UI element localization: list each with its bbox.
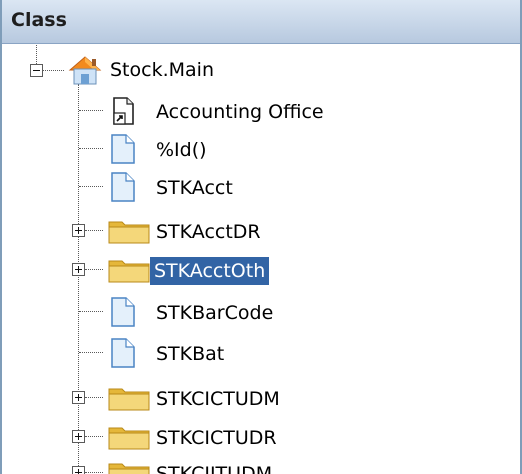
folder-icon: [108, 260, 150, 283]
folder-icon: [108, 427, 150, 450]
folder-icon: [108, 221, 150, 244]
expand-toggle-icon[interactable]: [72, 224, 85, 237]
tree-node-label: Stock.Main: [110, 59, 214, 81]
tree-node-stkacctoth[interactable]: STKAcctOth: [0, 251, 340, 287]
tree-node-stkacct[interactable]: STKAcct: [0, 168, 300, 204]
tree-node-label: STKAcct: [156, 177, 233, 199]
tree-node-accounting-office[interactable]: Accounting Office: [0, 92, 420, 128]
class-tree-panel: Class Stock.Main Accounting Office %Id()…: [0, 0, 522, 474]
shortcut-file-icon: [113, 97, 134, 125]
panel-title: Class: [11, 9, 67, 31]
document-icon: [111, 134, 135, 164]
document-icon: [111, 297, 135, 327]
home-icon: [68, 56, 102, 85]
tree-node-stkbarcode[interactable]: STKBarCode: [0, 293, 340, 329]
expand-toggle-icon[interactable]: [72, 391, 85, 404]
document-icon: [111, 172, 135, 202]
tree-node-stkcictudr[interactable]: STKCICTUDR: [0, 418, 360, 454]
expand-toggle-icon[interactable]: [72, 430, 85, 443]
tree-node-label: STKCIITUDM: [156, 463, 273, 474]
tree-node-stock-main[interactable]: Stock.Main: [0, 52, 300, 88]
document-icon: [111, 338, 135, 368]
tree-node-stkciitudm[interactable]: STKCIITUDM: [0, 454, 360, 474]
tree-node-stkcictudm[interactable]: STKCICTUDM: [0, 379, 360, 415]
tree-node-label: STKAcctDR: [156, 221, 261, 243]
collapse-toggle-icon[interactable]: [30, 64, 43, 77]
tree-node-stkacctdr[interactable]: STKAcctDR: [0, 212, 320, 248]
tree-node-label: Accounting Office: [156, 101, 324, 123]
tree-node-label: STKCICTUDM: [156, 388, 280, 410]
tree-node-id[interactable]: %Id(): [0, 130, 300, 166]
expand-toggle-icon[interactable]: [72, 466, 85, 474]
folder-icon: [108, 388, 150, 411]
tree-node-label: STKBarCode: [156, 302, 274, 324]
tree-node-label-selected: STKAcctOth: [150, 257, 270, 285]
class-tree: Stock.Main Accounting Office %Id() STKAc…: [0, 44, 522, 474]
folder-icon: [108, 463, 150, 474]
tree-node-label: STKCICTUDR: [156, 427, 277, 449]
tree-node-label: %Id(): [156, 139, 207, 161]
tree-node-stkbat[interactable]: STKBat: [0, 334, 300, 370]
tree-node-label: STKBat: [156, 343, 225, 365]
panel-header: Class: [2, 0, 520, 44]
expand-toggle-icon[interactable]: [72, 263, 85, 276]
